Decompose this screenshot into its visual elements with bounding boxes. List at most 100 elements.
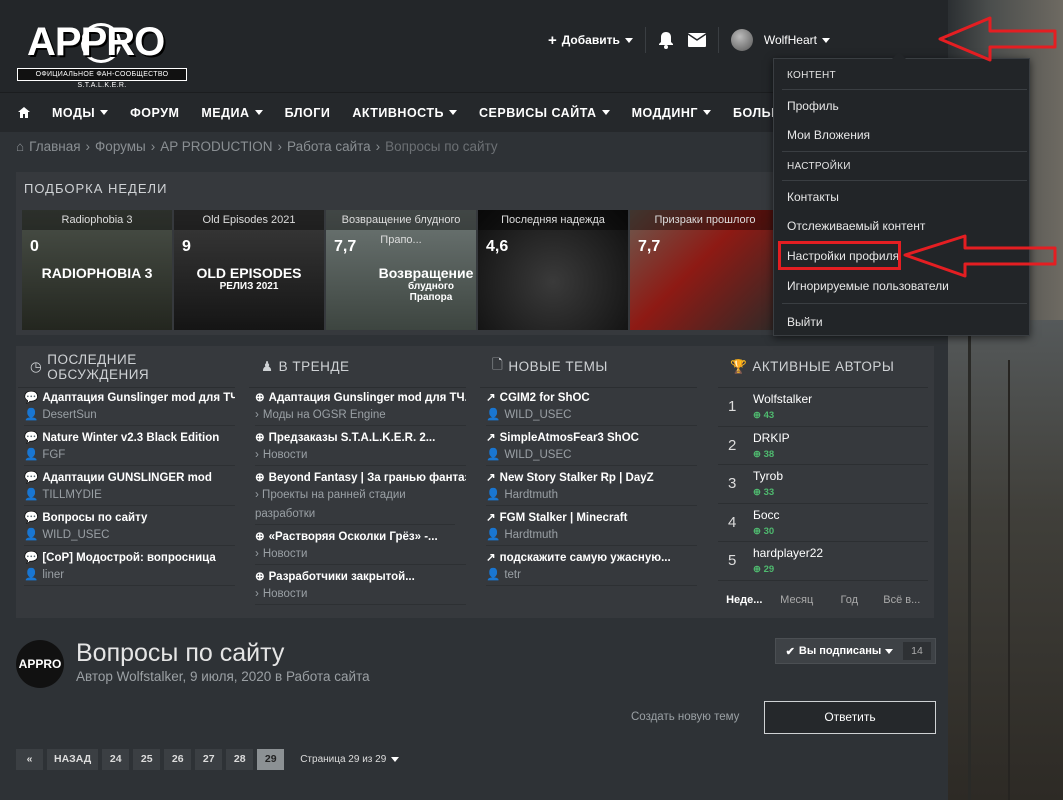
list-item[interactable]: 💬 Вопросы по сайту 👤 WILD_USEC (18, 508, 235, 546)
list-item[interactable]: ↗ CGIM2 for ShOC 👤 WILD_USEC (480, 388, 697, 426)
item-sub[interactable]: Моды на OGSR Engine (263, 406, 386, 425)
nav-item-blogs[interactable]: БЛОГИ (285, 106, 331, 120)
breadcrumb-site-work[interactable]: Работа сайта (287, 139, 371, 154)
author-row[interactable]: 1 Wolfstalker ⊕ 43 (718, 388, 928, 427)
list-item[interactable]: ↗ SimpleAtmosFear3 ShOC 👤 WILD_USEC (480, 428, 697, 466)
breadcrumb-forums[interactable]: Форумы (95, 139, 146, 154)
item-sub[interactable]: WILD_USEC (42, 526, 109, 545)
menu-item-ignored[interactable]: Игнорируемые пользователи (787, 279, 949, 293)
author-name[interactable]: Босс (753, 508, 780, 522)
list-item[interactable]: ⊕ Предзаказы S.T.A.L.K.E.R. 2... › Новости (249, 428, 466, 466)
item-sub[interactable]: DesertSun (42, 406, 96, 425)
tab-all-time[interactable]: Всё в... (876, 594, 929, 606)
breadcrumb-ap-production[interactable]: AP PRODUCTION (160, 139, 272, 154)
list-item[interactable]: 💬 [CoP] Модострой: вопросница 👤 liner (18, 548, 235, 586)
item-title[interactable]: Адаптация Gunslinger mod для ТЧ... (42, 390, 235, 406)
item-title[interactable]: New Story Stalker Rp | DayZ (500, 470, 654, 486)
page-link[interactable]: 24 (102, 749, 130, 770)
reply-button[interactable]: Ответить (764, 701, 936, 734)
page-jump[interactable]: Страница 29 из 29 (300, 754, 400, 765)
author-name[interactable]: hardplayer22 (753, 546, 823, 560)
breadcrumb-home[interactable]: Главная (29, 139, 80, 154)
list-item[interactable]: 💬 Адаптация Gunslinger mod для ТЧ... 👤 Dese… (18, 388, 235, 426)
list-item[interactable]: ⊕ «Растворяя Осколки Грёз» -... › Новости (249, 527, 466, 565)
item-title[interactable]: Адаптация Gunslinger mod для ТЧ... (269, 390, 466, 406)
messages-button[interactable] (687, 33, 706, 47)
list-item[interactable]: ⊕ Адаптация Gunslinger mod для ТЧ... › Моды… (249, 388, 466, 426)
nav-item-modding[interactable]: МОДДИНГ (632, 106, 711, 120)
item-sub[interactable]: WILD_USEC (504, 446, 571, 465)
item-title[interactable]: Адаптации GUNSLINGER mod (42, 470, 212, 486)
author-name[interactable]: Tyrob (753, 469, 783, 483)
list-item[interactable]: ↗ подскажите самую ужасную... 👤 tetr (480, 548, 697, 586)
site-logo[interactable]: APPRO ОФИЦИАЛЬНОЕ ФАН-СООБЩЕСТВО S.T.A.L… (17, 18, 187, 89)
list-item[interactable]: ⊕ Разработчики закрытой... › Новости (249, 567, 466, 605)
prev-page-button[interactable]: НАЗАД (47, 749, 99, 770)
item-title[interactable]: FGM Stalker | Minecraft (500, 510, 628, 526)
item-sub[interactable]: TILLMYDIE (42, 486, 101, 505)
list-item[interactable]: ↗ New Story Stalker Rp | DayZ 👤 Hardtmuth (480, 468, 697, 506)
page-link[interactable]: 28 (226, 749, 254, 770)
list-item[interactable]: ⊕ Beyond Fantasy | За гранью фантазии › Пр… (249, 468, 466, 525)
item-sub[interactable]: Новости (263, 545, 308, 564)
item-title[interactable]: подскажите самую ужасную... (500, 550, 671, 566)
nav-item-mods[interactable]: МОДЫ (52, 106, 109, 120)
thread-avatar[interactable]: APPRO (16, 640, 64, 688)
page-link[interactable]: 27 (195, 749, 223, 770)
list-item[interactable]: ↗ FGM Stalker | Minecraft 👤 Hardtmuth (480, 508, 697, 546)
tab-year[interactable]: Год (823, 594, 876, 606)
page-link[interactable]: 25 (133, 749, 161, 770)
menu-item-logout[interactable]: Выйти (787, 315, 823, 329)
item-sub[interactable]: Новости (263, 446, 308, 465)
item-title[interactable]: Предзаказы S.T.A.L.K.E.R. 2... (269, 430, 436, 446)
item-sub[interactable]: Новости (263, 585, 308, 604)
item-title[interactable]: [CoP] Модострой: вопросница (42, 550, 215, 566)
featured-card[interactable]: Old Episodes 2021 9 OLD EPISODES РЕЛИЗ 2… (174, 210, 324, 330)
tab-week[interactable]: Неде... (718, 594, 771, 606)
home-link[interactable] (18, 107, 30, 118)
first-page-button[interactable]: « (16, 749, 43, 770)
author-name[interactable]: Wolfstalker (753, 392, 812, 406)
item-title[interactable]: Вопросы по сайту (42, 510, 147, 526)
nav-item-activity[interactable]: АКТИВНОСТЬ (352, 106, 458, 120)
featured-card[interactable]: Призраки прошлого 7,7 (630, 210, 780, 330)
featured-card[interactable]: Radiophobia 3 0 RADIOPHOBIA 3 (22, 210, 172, 330)
item-sub[interactable]: Проекты на ранней стадии разработки (255, 489, 406, 520)
menu-item-followed[interactable]: Отслеживаемый контент (787, 219, 925, 233)
item-title[interactable]: Nature Winter v2.3 Black Edition (42, 430, 219, 446)
user-menu-button[interactable]: WolfHeart (730, 29, 830, 51)
item-sub[interactable]: tetr (504, 566, 521, 585)
new-topic-link[interactable]: Создать новую тему (631, 711, 739, 723)
item-title[interactable]: CGIM2 for ShOC (500, 390, 590, 406)
featured-card[interactable]: Возвращение блудного Прапо... 7,7 Возвра… (326, 210, 476, 330)
item-sub[interactable]: FGF (42, 446, 65, 465)
author-row[interactable]: 4 Босс ⊕ 30 (718, 504, 928, 542)
list-item[interactable]: 💬 Nature Winter v2.3 Black Edition 👤 FGF (18, 428, 235, 466)
tab-month[interactable]: Месяц (771, 594, 824, 606)
subscribe-button[interactable]: ✔ Вы подписаны 14 (775, 638, 936, 664)
page-title: Вопросы по сайту (76, 639, 285, 667)
item-sub[interactable]: Hardtmuth (504, 526, 558, 545)
author-row[interactable]: 2 DRKIP ⊕ 38 (718, 427, 928, 465)
item-title[interactable]: Разработчики закрытой... (269, 569, 415, 585)
item-title[interactable]: SimpleAtmosFear3 ShOC (500, 430, 639, 446)
item-sub[interactable]: Hardtmuth (504, 486, 558, 505)
item-sub[interactable]: WILD_USEC (504, 406, 571, 425)
menu-item-attachments[interactable]: Мои Вложения (787, 128, 870, 142)
author-row[interactable]: 5 hardplayer22 ⊕ 29 (718, 542, 928, 581)
add-button[interactable]: + Добавить (548, 32, 633, 49)
author-row[interactable]: 3 Tyrob ⊕ 33 (718, 465, 928, 504)
nav-item-forum[interactable]: ФОРУМ (130, 106, 179, 120)
notifications-button[interactable] (658, 31, 674, 49)
menu-item-profile[interactable]: Профиль (787, 99, 839, 113)
page-link[interactable]: 26 (164, 749, 192, 770)
item-sub[interactable]: liner (42, 566, 64, 585)
featured-card[interactable]: Последняя надежда 4,6 (478, 210, 628, 330)
nav-item-media[interactable]: МЕДИА (201, 106, 263, 120)
menu-item-contacts[interactable]: Контакты (787, 190, 839, 204)
author-name[interactable]: DRKIP (753, 431, 790, 445)
nav-item-services[interactable]: СЕРВИСЫ САЙТА (479, 106, 610, 120)
item-title[interactable]: «Растворяя Осколки Грёз» -... (269, 529, 438, 545)
list-item[interactable]: 💬 Адаптации GUNSLINGER mod 👤 TILLMYDIE (18, 468, 235, 506)
item-title[interactable]: Beyond Fantasy | За гранью фантазии (269, 470, 466, 486)
